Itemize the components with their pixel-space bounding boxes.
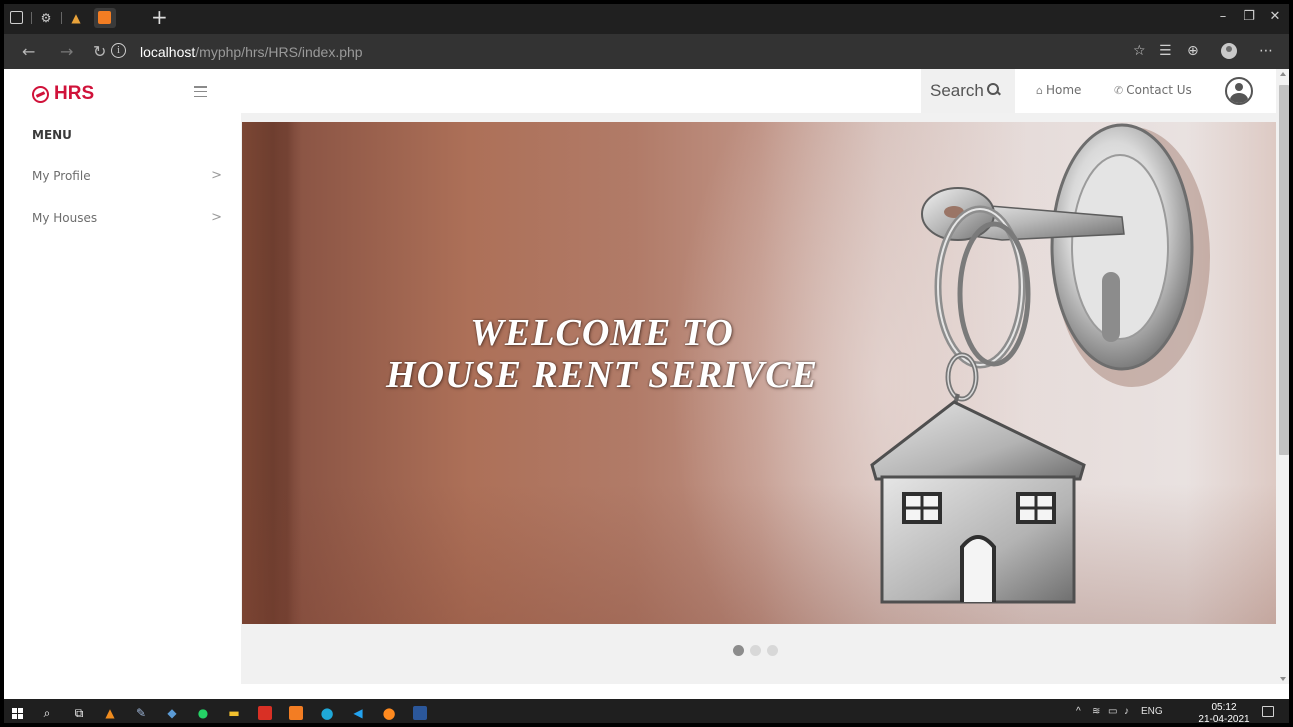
wifi-icon[interactable]: ≋	[1092, 706, 1100, 717]
browser-profile-icon[interactable]	[1221, 43, 1237, 59]
more-options-icon[interactable]: ⋯	[1259, 43, 1273, 59]
logo-text: HRS	[54, 83, 95, 104]
carousel-dot-2[interactable]	[750, 645, 761, 656]
hero-heading-line1: WELCOME TO	[470, 312, 734, 354]
hero-carousel-slide: WELCOME TO HOUSE RENT SERIVCE	[242, 122, 1276, 624]
matlab-icon[interactable]: ▲	[68, 10, 84, 26]
clock-time: 05:12	[1211, 702, 1237, 713]
back-icon[interactable]: ←	[22, 43, 35, 61]
refresh-icon[interactable]: ↻	[93, 43, 106, 61]
chevron-right-icon: >	[211, 168, 222, 183]
search-button[interactable]: Search	[921, 69, 1015, 113]
vscode-icon[interactable]: ◀	[349, 704, 367, 722]
active-tab[interactable]	[94, 8, 116, 28]
new-tab-button[interactable]: +	[151, 5, 168, 29]
task-view-icon[interactable]: ⧉	[70, 704, 88, 722]
paint-icon[interactable]: ✎	[132, 704, 150, 722]
word-icon[interactable]	[413, 706, 427, 720]
close-icon[interactable]: ✕	[1266, 9, 1284, 25]
notifications-icon[interactable]	[1262, 706, 1274, 717]
vlc-icon[interactable]: ▲	[101, 704, 119, 722]
phone-icon: ✆	[1114, 84, 1124, 97]
minimize-icon[interactable]: –	[1214, 9, 1232, 25]
firefox-icon[interactable]: ●	[380, 704, 398, 722]
home-icon: ⌂	[1036, 84, 1043, 97]
volume-icon[interactable]: ♪	[1124, 706, 1129, 717]
logo[interactable]: HRS	[32, 83, 94, 105]
tab-separator	[31, 12, 32, 24]
nav-contact-label: Contact Us	[1126, 83, 1192, 97]
sidebar-item-label: My Houses	[32, 211, 98, 225]
address-bar: ← → ↻ i localhost/myphp/hrs/HRS/index.ph…	[0, 34, 1293, 69]
tab-actions-icon[interactable]	[10, 11, 23, 24]
windows-start-icon[interactable]	[9, 704, 27, 722]
sidebar: HRS MENU My Profile > My Houses >	[0, 69, 241, 684]
whatsapp-icon[interactable]: ●	[194, 704, 212, 722]
sidebar-item-my-houses[interactable]: My Houses >	[32, 208, 222, 228]
carousel-dot-3[interactable]	[767, 645, 778, 656]
edge-icon[interactable]: ●	[318, 704, 336, 722]
file-explorer-icon[interactable]: ▬	[225, 704, 243, 722]
collections-icon[interactable]: ⊕	[1187, 43, 1199, 59]
top-navbar: Search ⌂ Home ✆ Contact Us	[241, 69, 1276, 113]
clock-date: 21-04-2021	[1198, 714, 1250, 725]
favorites-icon[interactable]: ☰	[1159, 43, 1172, 59]
forward-icon[interactable]: →	[60, 43, 73, 61]
settings-gear-icon[interactable]: ⚙	[38, 10, 54, 26]
nav-contact-link[interactable]: ✆ Contact Us	[1114, 83, 1192, 97]
scroll-up-arrow-icon[interactable]	[1280, 72, 1286, 76]
app-icon[interactable]: ◆	[163, 704, 181, 722]
tab-separator	[61, 12, 62, 24]
scroll-down-arrow-icon[interactable]	[1280, 677, 1286, 681]
show-hidden-icons-icon[interactable]: ^	[1076, 706, 1081, 717]
browser-tab-strip: ⚙ ▲ + – ❐ ✕	[0, 0, 1293, 34]
sidebar-item-my-profile[interactable]: My Profile >	[32, 166, 222, 186]
taskbar-clock[interactable]: 05:12 21-04-2021	[1198, 702, 1250, 726]
user-avatar-icon[interactable]	[1225, 77, 1253, 105]
search-label: Search	[930, 81, 984, 100]
search-icon	[986, 83, 1001, 97]
url-host: localhost	[140, 44, 196, 60]
language-indicator[interactable]: ENG	[1141, 706, 1163, 717]
logo-icon	[32, 85, 49, 103]
carousel-dot-1[interactable]	[733, 645, 744, 656]
nav-home-label: Home	[1045, 83, 1082, 97]
hero-heading-line2: HOUSE RENT SERIVCE	[386, 354, 818, 396]
xampp-icon[interactable]	[289, 706, 303, 720]
search-icon[interactable]: ⌕	[38, 704, 56, 722]
menu-title: MENU	[32, 128, 72, 142]
url-path: /myphp/hrs/HRS/index.php	[195, 44, 363, 60]
sidebar-item-label: My Profile	[32, 169, 91, 183]
battery-icon[interactable]: ▭	[1108, 706, 1117, 717]
carousel-indicators	[733, 645, 778, 656]
site-info-icon[interactable]: i	[111, 43, 126, 58]
pdf-reader-icon[interactable]	[258, 706, 272, 720]
page-content: HRS MENU My Profile > My Houses > Search…	[0, 69, 1293, 684]
page-scrollbar[interactable]	[1276, 69, 1293, 684]
xampp-icon	[98, 11, 111, 24]
chevron-right-icon: >	[211, 210, 222, 225]
scrollbar-thumb[interactable]	[1279, 85, 1289, 455]
add-favorite-icon[interactable]: ☆	[1133, 43, 1146, 59]
hamburger-menu-icon[interactable]	[194, 86, 207, 97]
url-field[interactable]: localhost/myphp/hrs/HRS/index.php	[140, 44, 363, 60]
hero-heading: WELCOME TO HOUSE RENT SERIVCE	[282, 312, 922, 396]
restore-icon[interactable]: ❐	[1240, 9, 1258, 25]
nav-home-link[interactable]: ⌂ Home	[1036, 83, 1081, 97]
windows-taskbar: ⌕ ⧉ ▲ ✎ ◆ ● ▬ ● ◀ ● ^ ≋ ▭ ♪ ENG 05:12 21…	[0, 699, 1293, 727]
